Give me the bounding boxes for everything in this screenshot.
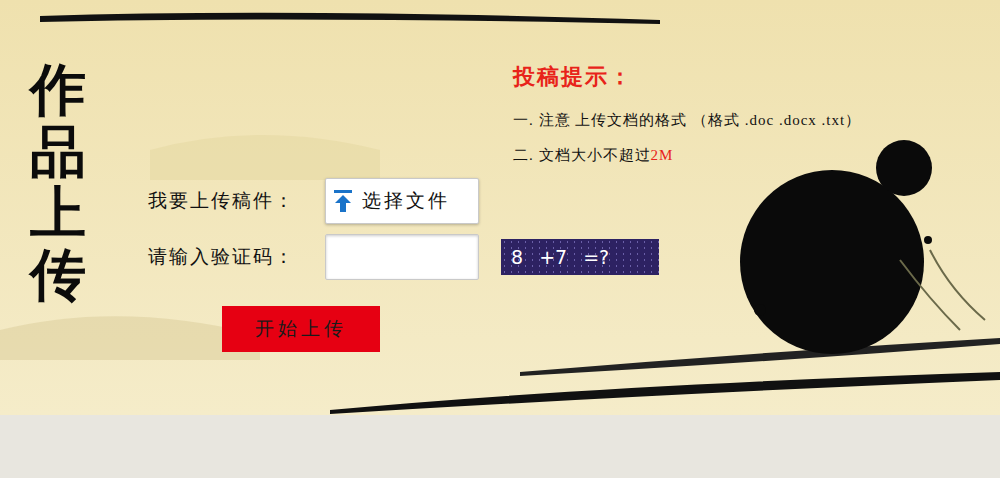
file-label: 我要上传稿件： — [148, 187, 325, 216]
choose-file-text: 选择文件 — [362, 187, 450, 216]
tip-item: 一. 注意 上传文档的格式 （格式 .doc .docx .txt） — [513, 109, 1000, 132]
main-area: 作品上传 投稿提示： 一. 注意 上传文档的格式 （格式 .doc .docx … — [0, 0, 1000, 478]
ink-background — [0, 0, 1000, 478]
captcha-label: 请输入验证码： — [148, 243, 325, 272]
captcha-row: 请输入验证码： 8 +7 =? — [148, 234, 1000, 280]
upload-page: 作品上传 投稿提示： 一. 注意 上传文档的格式 （格式 .doc .docx … — [0, 0, 1000, 478]
title-column: 作品上传 — [0, 0, 148, 478]
submit-row: 开始上传 — [148, 290, 1000, 352]
tip-highlight: 2M — [651, 147, 674, 163]
content: 投稿提示： 一. 注意 上传文档的格式 （格式 .doc .docx .txt）… — [148, 0, 1000, 478]
file-row: 我要上传稿件： 选择文件 — [148, 178, 1000, 224]
tip-item: 二. 文档大小不超过2M — [513, 144, 1000, 167]
page-title: 作品上传 — [30, 60, 86, 306]
tips-heading: 投稿提示： — [513, 60, 1000, 93]
start-upload-button[interactable]: 开始上传 — [222, 306, 380, 352]
captcha-input[interactable] — [325, 234, 479, 280]
captcha-image[interactable]: 8 +7 =? — [501, 239, 659, 275]
tip-text: 二. 文档大小不超过 — [513, 147, 651, 163]
tip-text: 一. 注意 上传文档的格式 （格式 .doc .docx .txt） — [513, 112, 861, 128]
tips-panel: 投稿提示： 一. 注意 上传文档的格式 （格式 .doc .docx .txt）… — [513, 60, 1000, 178]
choose-file-button[interactable]: 选择文件 — [325, 178, 479, 224]
tips-list: 一. 注意 上传文档的格式 （格式 .doc .docx .txt） 二. 文档大… — [513, 109, 1000, 166]
upload-arrow-icon — [332, 189, 354, 213]
